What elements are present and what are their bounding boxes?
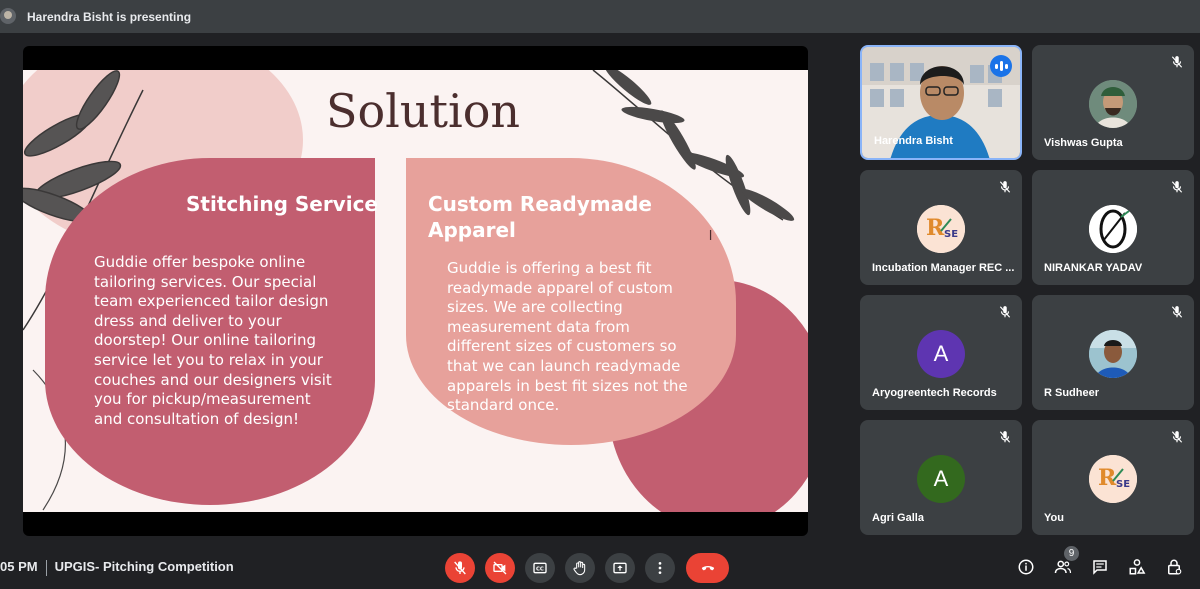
camera-off-icon [493,561,507,575]
meeting-info: 05 PM UPGIS- Pitching Competition [0,559,234,576]
present-button[interactable] [605,553,635,583]
participant-name: Agri Galla [872,512,924,524]
presenter-bar: Harendra Bisht is presenting [0,0,1200,33]
participant-tile[interactable]: A Agri Galla [860,420,1022,535]
participant-tile[interactable]: R SE You [1032,420,1194,535]
mic-off-icon [999,181,1011,193]
presentation-view: Solution Stitching Service Guddie offer … [23,46,808,536]
end-call-icon [701,566,714,571]
rise-logo-icon: R SE [1089,455,1137,503]
meeting-time: 05 PM [0,559,38,574]
presenter-avatar [0,8,16,24]
more-options-button[interactable] [645,553,675,583]
avatar [1089,80,1137,128]
captions-icon: CC [533,562,547,574]
mic-off-icon [1171,56,1183,68]
host-controls-button[interactable] [1164,557,1184,577]
mic-off-icon [454,561,466,575]
svg-text:R: R [926,215,945,241]
participant-tile[interactable]: R SE Incubation Manager REC ... [860,170,1022,285]
svg-text:SE: SE [944,229,958,240]
participant-name: Harendra Bisht [874,135,953,147]
more-icon [658,562,662,574]
chat-icon [1093,560,1107,575]
mic-off-icon [999,431,1011,443]
participant-name: Aryogreentech Records [872,387,997,399]
participant-tile[interactable]: NIRANKAR YADAV [1032,170,1194,285]
bottom-toolbar: 05 PM UPGIS- Pitching Competition CC [0,545,1200,589]
avatar [1089,330,1137,378]
meeting-name: UPGIS- Pitching Competition [54,559,234,574]
rise-logo-icon: R SE [917,205,965,253]
raise-hand-icon [573,561,586,576]
zero-logo-icon [1089,205,1137,253]
participant-name: R Sudheer [1044,387,1100,399]
presenter-text: Harendra Bisht is presenting [27,10,192,24]
participant-tile[interactable]: A Aryogreentech Records [860,295,1022,410]
card-right-body: Guddie is offering a best fit readymade … [447,259,688,415]
card-left-title: Stitching Service [186,192,378,216]
participant-name: Incubation Manager REC ... [872,262,1015,274]
captions-button[interactable]: CC [525,553,555,583]
camera-toggle-button[interactable] [485,553,515,583]
participant-name: NIRANKAR YADAV [1044,262,1143,274]
speaking-indicator-icon [990,55,1012,77]
info-icon [1018,559,1034,575]
raise-hand-button[interactable] [565,553,595,583]
avatar: A [917,455,965,503]
mic-toggle-button[interactable] [445,553,475,583]
slide: Solution Stitching Service Guddie offer … [23,70,808,512]
activities-icon [1129,559,1146,575]
participant-tile[interactable]: Vishwas Gupta [1032,45,1194,160]
present-icon [613,562,627,574]
slide-title: Solution [325,84,521,138]
host-controls-icon [1168,559,1182,575]
card-left-body: Guddie offer bespoke online tailoring se… [94,253,332,428]
mic-off-icon [1171,181,1183,193]
stray-text: l [709,227,713,243]
mic-off-icon [1171,431,1183,443]
chat-button[interactable] [1090,557,1110,577]
end-call-button[interactable] [686,553,729,583]
participant-tile[interactable]: Harendra Bisht [860,45,1022,160]
meeting-info-button[interactable] [1016,557,1036,577]
card-right-title: Custom Readymade Apparel [428,192,652,242]
mic-off-icon [999,306,1011,318]
svg-text:CC: CC [536,567,544,573]
svg-text:SE: SE [1116,479,1130,490]
people-count-badge: 9 [1064,546,1079,561]
participant-name: You [1044,512,1064,524]
activities-button[interactable] [1127,557,1147,577]
participant-tile[interactable]: R Sudheer [1032,295,1194,410]
mic-off-icon [1171,306,1183,318]
avatar: A [917,330,965,378]
svg-text:R: R [1098,465,1117,491]
participant-name: Vishwas Gupta [1044,137,1123,149]
